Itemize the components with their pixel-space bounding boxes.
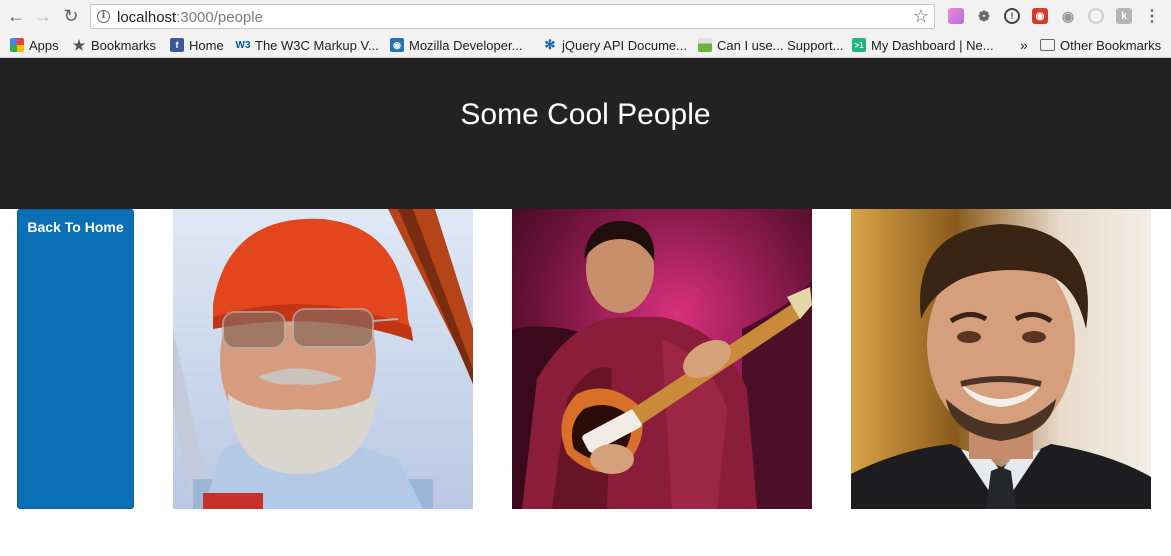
extension-info-icon[interactable]: ! bbox=[1004, 8, 1020, 24]
bookmark-star-icon[interactable]: ☆ bbox=[913, 6, 929, 27]
bookmark-apps[interactable]: Apps bbox=[10, 37, 59, 53]
portrait-1 bbox=[173, 209, 473, 509]
bookmark-mdn[interactable]: ◉ Mozilla Developer... bbox=[390, 37, 522, 53]
url-text[interactable]: localhost:3000/people bbox=[117, 9, 263, 26]
star-icon: ★ bbox=[72, 36, 86, 53]
portrait-2 bbox=[512, 209, 812, 509]
back-arrow-icon[interactable]: ← bbox=[6, 6, 26, 26]
info-icon[interactable]: i bbox=[97, 10, 110, 23]
bug-icon[interactable]: ❁ bbox=[976, 8, 992, 24]
bookmark-dashboard[interactable]: >1 My Dashboard | Ne... bbox=[852, 37, 994, 53]
facebook-icon: f bbox=[170, 38, 184, 52]
browser-toolbar: ← → ↻ i localhost:3000/people ☆ ❁ ! ◉ ◉ … bbox=[0, 0, 1171, 33]
camera-icon[interactable]: ◉ bbox=[1060, 8, 1076, 24]
bookmarks-bar: Apps ★ Bookmarks f Home W3 The W3C Marku… bbox=[0, 33, 1171, 58]
forward-arrow-icon[interactable]: → bbox=[33, 6, 53, 26]
person-photo-3 bbox=[851, 209, 1151, 509]
dashboard-icon: >1 bbox=[852, 38, 866, 52]
jquery-icon: ✻ bbox=[544, 37, 556, 52]
bookmark-w3c[interactable]: W3 The W3C Markup V... bbox=[236, 37, 379, 53]
menu-kebab-icon[interactable]: ⋮ bbox=[1144, 8, 1160, 25]
w3c-icon: W3 bbox=[235, 39, 251, 51]
portrait-3 bbox=[851, 209, 1151, 509]
address-bar[interactable]: i localhost:3000/people ☆ bbox=[90, 4, 935, 29]
caniuse-icon bbox=[698, 38, 712, 52]
page-title: Some Cool People bbox=[460, 98, 711, 131]
bookmarks-overflow-button[interactable]: » bbox=[1020, 37, 1028, 53]
page-header: Some Cool People bbox=[0, 58, 1171, 209]
apps-grid-icon bbox=[10, 38, 24, 52]
person-photo-1 bbox=[173, 209, 473, 509]
bookmark-jquery[interactable]: ✻ jQuery API Docume... bbox=[543, 37, 687, 53]
mozilla-icon: ◉ bbox=[390, 38, 404, 52]
person-photo-2 bbox=[512, 209, 812, 509]
bookmark-bookmarks[interactable]: ★ Bookmarks bbox=[72, 37, 156, 53]
folder-icon bbox=[1040, 39, 1055, 51]
bookmark-home[interactable]: f Home bbox=[170, 37, 224, 53]
back-to-home-button[interactable]: Back To Home bbox=[17, 209, 134, 509]
extension-gradient-icon[interactable] bbox=[948, 8, 964, 24]
extension-k-icon[interactable]: k bbox=[1116, 8, 1132, 24]
reload-icon[interactable]: ↻ bbox=[61, 6, 81, 26]
bookmark-caniuse[interactable]: Can I use... Support... bbox=[698, 37, 843, 53]
extension-red-icon[interactable]: ◉ bbox=[1032, 8, 1048, 24]
bookmark-other[interactable]: Other Bookmarks bbox=[1040, 37, 1161, 53]
extension-circle-icon[interactable] bbox=[1088, 8, 1104, 24]
